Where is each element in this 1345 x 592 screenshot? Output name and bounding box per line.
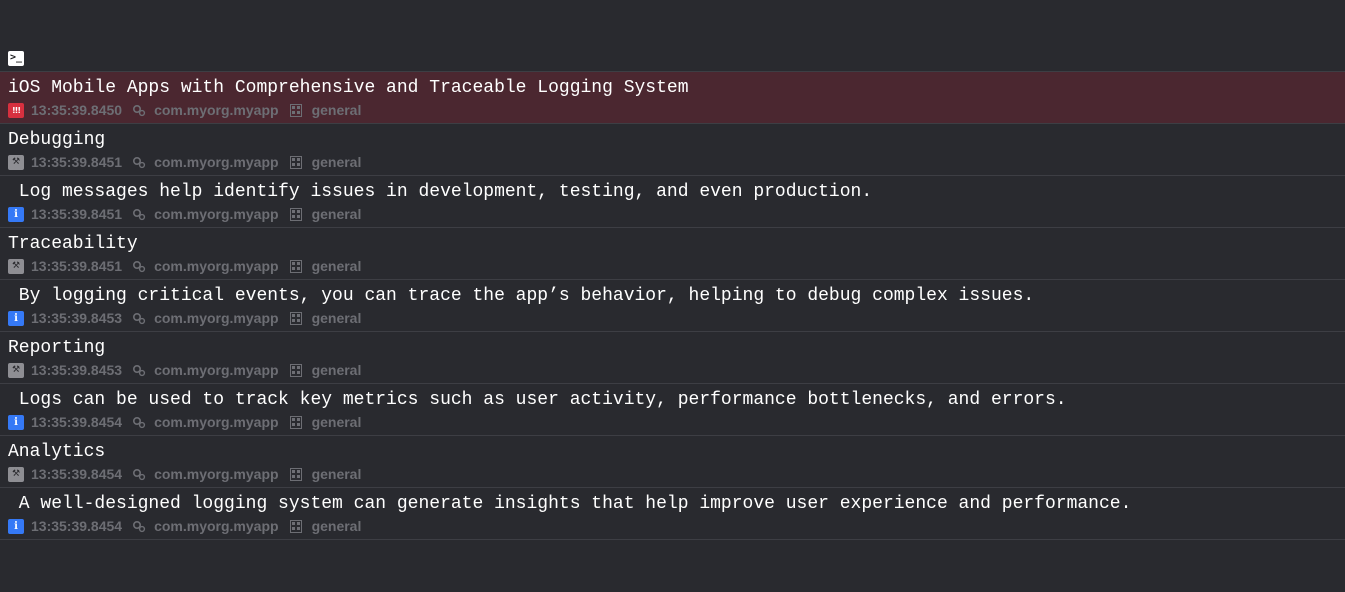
category-grid-icon [289, 415, 304, 429]
log-subsystem: com.myorg.myapp [154, 102, 279, 118]
log-message: Analytics [8, 442, 106, 462]
log-entry[interactable]: iOS Mobile Apps with Comprehensive and T… [0, 71, 1345, 123]
log-message: iOS Mobile Apps with Comprehensive and T… [8, 78, 689, 98]
category-grid-icon [289, 363, 304, 377]
gears-icon [132, 312, 146, 325]
log-metadata: ⚒ 13:35:39.8451 com.myorg.myapp general [8, 154, 361, 170]
log-category: general [311, 102, 362, 118]
category-grid-icon [289, 519, 304, 533]
log-category: general [311, 414, 362, 430]
gears-icon [132, 208, 146, 221]
log-metadata: !!! 13:35:39.8450 com.myorg.myapp genera… [8, 102, 361, 118]
gears-icon [132, 416, 146, 429]
log-timestamp: 13:35:39.8451 [31, 206, 123, 222]
log-metadata: i 13:35:39.8453 com.myorg.myapp general [8, 310, 361, 326]
log-category: general [311, 154, 362, 170]
console-output: >_ iOS Mobile Apps with Comprehensive an… [0, 0, 1345, 592]
category-grid-icon [289, 311, 304, 325]
log-message: Logs can be used to track key metrics su… [8, 390, 1067, 410]
log-entry[interactable]: A well-designed logging system can gener… [0, 487, 1345, 540]
log-timestamp: 13:35:39.8451 [31, 154, 123, 170]
log-timestamp: 13:35:39.8453 [31, 310, 123, 326]
log-category: general [311, 518, 362, 534]
debug-icon: ⚒ [8, 154, 24, 170]
debug-icon: ⚒ [8, 362, 24, 378]
log-timestamp: 13:35:39.8451 [31, 258, 123, 274]
log-entry[interactable]: By logging critical events, you can trac… [0, 279, 1345, 331]
log-subsystem: com.myorg.myapp [154, 154, 279, 170]
log-entry[interactable]: Debugging ⚒ 13:35:39.8451 com.myorg.myap… [0, 123, 1345, 175]
category-grid-icon [289, 103, 304, 117]
log-timestamp: 13:35:39.8454 [31, 466, 123, 482]
gears-icon [132, 364, 146, 377]
log-timestamp: 13:35:39.8450 [31, 102, 123, 118]
gears-icon [132, 156, 146, 169]
log-entry[interactable]: Log messages help identify issues in dev… [0, 175, 1345, 227]
log-metadata: i 13:35:39.8451 com.myorg.myapp general [8, 206, 361, 222]
log-timestamp: 13:35:39.8453 [31, 362, 123, 378]
log-subsystem: com.myorg.myapp [154, 362, 279, 378]
log-entry[interactable]: Logs can be used to track key metrics su… [0, 383, 1345, 435]
log-subsystem: com.myorg.myapp [154, 258, 279, 274]
log-message: A well-designed logging system can gener… [8, 494, 1132, 514]
log-subsystem: com.myorg.myapp [154, 310, 279, 326]
log-category: general [311, 362, 362, 378]
gears-icon [132, 468, 146, 481]
log-metadata: ⚒ 13:35:39.8453 com.myorg.myapp general [8, 362, 361, 378]
log-message: Debugging [8, 130, 106, 150]
category-grid-icon [289, 467, 304, 481]
log-timestamp: 13:35:39.8454 [31, 518, 123, 534]
log-metadata: i 13:35:39.8454 com.myorg.myapp general [8, 414, 361, 430]
info-icon: i [8, 310, 24, 326]
log-entry[interactable]: Traceability ⚒ 13:35:39.8451 com.myorg.m… [0, 227, 1345, 279]
log-subsystem: com.myorg.myapp [154, 518, 279, 534]
log-category: general [311, 310, 362, 326]
log-message: Reporting [8, 338, 106, 358]
info-icon: i [8, 414, 24, 430]
log-subsystem: com.myorg.myapp [154, 466, 279, 482]
gears-icon [132, 520, 146, 533]
log-timestamp: 13:35:39.8454 [31, 414, 123, 430]
terminal-icon[interactable]: >_ [8, 51, 24, 66]
log-category: general [311, 206, 362, 222]
log-metadata: ⚒ 13:35:39.8451 com.myorg.myapp general [8, 258, 361, 274]
gears-icon [132, 104, 146, 117]
debug-icon: ⚒ [8, 466, 24, 482]
log-subsystem: com.myorg.myapp [154, 414, 279, 430]
category-grid-icon [289, 207, 304, 221]
gears-icon [132, 260, 146, 273]
log-message: By logging critical events, you can trac… [8, 286, 1035, 306]
debug-icon: ⚒ [8, 258, 24, 274]
log-message: Log messages help identify issues in dev… [8, 182, 873, 202]
log-metadata: i 13:35:39.8454 com.myorg.myapp general [8, 518, 361, 534]
log-list: iOS Mobile Apps with Comprehensive and T… [0, 71, 1345, 540]
log-category: general [311, 466, 362, 482]
fault-icon: !!! [8, 102, 24, 118]
log-message: Traceability [8, 234, 138, 254]
log-metadata: ⚒ 13:35:39.8454 com.myorg.myapp general [8, 466, 361, 482]
log-entry[interactable]: Analytics ⚒ 13:35:39.8454 com.myorg.myap… [0, 435, 1345, 487]
category-grid-icon [289, 259, 304, 273]
log-entry[interactable]: Reporting ⚒ 13:35:39.8453 com.myorg.myap… [0, 331, 1345, 383]
log-subsystem: com.myorg.myapp [154, 206, 279, 222]
info-icon: i [8, 518, 24, 534]
log-category: general [311, 258, 362, 274]
info-icon: i [8, 206, 24, 222]
category-grid-icon [289, 155, 304, 169]
